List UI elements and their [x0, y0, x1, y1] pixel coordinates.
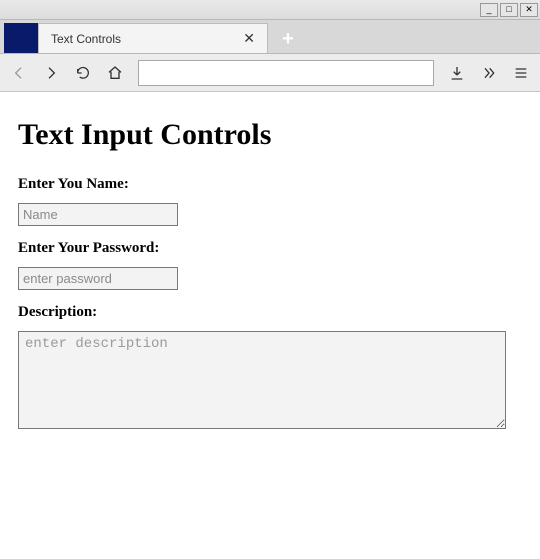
reload-icon	[75, 65, 91, 81]
menu-button[interactable]	[508, 60, 534, 86]
close-icon: ✕	[243, 30, 255, 46]
maximize-icon: □	[506, 5, 511, 14]
tab-close-button[interactable]: ✕	[241, 30, 257, 47]
page-content: Text Input Controls Enter You Name: Ente…	[0, 92, 540, 452]
password-label: Enter Your Password:	[18, 240, 522, 257]
home-button[interactable]	[102, 60, 128, 86]
window-close-button[interactable]: ✕	[520, 3, 538, 17]
forward-button[interactable]	[38, 60, 64, 86]
downloads-button[interactable]	[444, 60, 470, 86]
overflow-button[interactable]	[476, 60, 502, 86]
reload-button[interactable]	[70, 60, 96, 86]
download-icon	[449, 65, 465, 81]
minimize-icon: _	[486, 5, 491, 14]
description-label: Description:	[18, 304, 522, 321]
arrow-left-icon	[11, 65, 27, 81]
password-input[interactable]	[18, 267, 178, 290]
browser-window: _ □ ✕ Text Controls ✕ +	[0, 0, 540, 559]
window-titlebar: _ □ ✕	[0, 0, 540, 20]
navigation-toolbar	[0, 54, 540, 92]
description-textarea[interactable]	[18, 331, 506, 429]
home-icon	[107, 65, 123, 81]
back-button[interactable]	[6, 60, 32, 86]
arrow-right-icon	[43, 65, 59, 81]
tab-title: Text Controls	[51, 32, 121, 46]
new-tab-button[interactable]: +	[274, 25, 302, 53]
name-label: Enter You Name:	[18, 176, 522, 193]
plus-icon: +	[282, 28, 294, 51]
url-input[interactable]	[138, 60, 434, 86]
close-icon: ✕	[525, 5, 533, 14]
window-maximize-button[interactable]: □	[500, 3, 518, 17]
tab-strip: Text Controls ✕ +	[0, 20, 540, 54]
tab-strip-lead	[4, 23, 38, 53]
page-heading: Text Input Controls	[18, 118, 522, 152]
name-input[interactable]	[18, 203, 178, 226]
window-minimize-button[interactable]: _	[480, 3, 498, 17]
chevron-double-right-icon	[481, 65, 497, 81]
hamburger-icon	[513, 65, 529, 81]
browser-tab[interactable]: Text Controls ✕	[38, 23, 268, 53]
